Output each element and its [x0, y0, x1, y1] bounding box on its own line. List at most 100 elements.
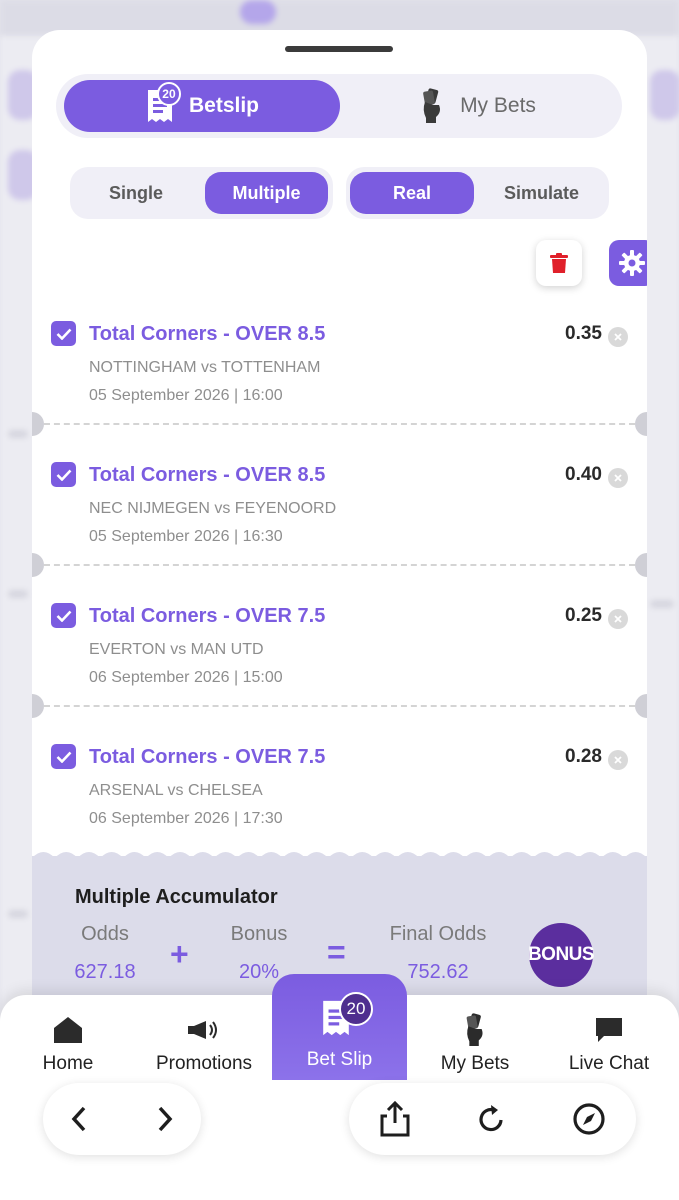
bet-market: Total Corners - OVER 8.5 — [89, 464, 326, 486]
tab-betslip[interactable]: 20 Betslip — [64, 80, 340, 132]
background-line — [8, 910, 28, 918]
check-icon — [56, 751, 71, 763]
bet-date: 05 September 2026 | 16:30 — [89, 528, 283, 545]
check-icon — [56, 610, 71, 622]
nav-bet-slip[interactable]: 20 Bet Slip — [272, 974, 407, 1080]
bet-odds: 0.28 — [565, 746, 602, 767]
bet-type-toggle: Single Multiple — [70, 167, 333, 219]
odds-label: Odds — [81, 923, 129, 945]
bet-odds: 0.35 — [565, 323, 602, 344]
reload-button[interactable] — [467, 1095, 515, 1143]
share-icon — [380, 1101, 410, 1137]
bet-date: 06 September 2026 | 17:30 — [89, 810, 283, 827]
nav-promotions-label: Promotions — [155, 1053, 253, 1074]
bet-checkbox[interactable] — [51, 462, 76, 487]
nav-bet-slip-label: Bet Slip — [306, 1049, 373, 1070]
nav-my-bets[interactable]: My Bets — [407, 1013, 543, 1085]
bet-odds: 0.40 — [565, 464, 602, 485]
bet-item: Total Corners - OVER 8.5 NOTTINGHAM vs T… — [32, 311, 647, 452]
nav-my-bets-label: My Bets — [440, 1053, 510, 1074]
equals-sign: = — [327, 934, 346, 970]
nav-home-label: Home — [42, 1053, 94, 1074]
megaphone-icon — [187, 1013, 221, 1047]
multiple-button[interactable]: Multiple — [205, 172, 328, 214]
bet-mode-toggle: Real Simulate — [346, 167, 609, 219]
bet-item: Total Corners - OVER 8.5 NEC NIJMEGEN vs… — [32, 452, 647, 593]
tab-my-bets-label: My Bets — [460, 94, 536, 117]
browser-button[interactable] — [565, 1095, 613, 1143]
bonus-label: Bonus — [230, 923, 288, 945]
bet-divider — [44, 564, 635, 566]
home-icon — [53, 1013, 83, 1047]
bet-teams: ARSENAL vs CHELSEA — [89, 782, 263, 799]
background-blob — [650, 70, 679, 120]
real-button[interactable]: Real — [350, 172, 474, 214]
check-icon — [56, 328, 71, 340]
back-button[interactable] — [55, 1095, 103, 1143]
history-controls — [43, 1083, 201, 1155]
main-tabs: 20 Betslip My Bets — [56, 74, 622, 138]
background-line — [650, 600, 674, 608]
nav-live-chat-label: Live Chat — [568, 1053, 650, 1074]
chevron-left-icon — [71, 1106, 86, 1132]
background-blob — [240, 0, 276, 24]
bet-divider — [44, 705, 635, 707]
nav-promotions[interactable]: Promotions — [136, 1013, 272, 1085]
bet-checkbox[interactable] — [51, 321, 76, 346]
final-odds-label: Final Odds — [389, 923, 487, 945]
remove-bet-button[interactable] — [608, 327, 628, 347]
bet-date: 06 September 2026 | 15:00 — [89, 669, 283, 686]
bet-item: Total Corners - OVER 7.5 EVERTON vs MAN … — [32, 593, 647, 734]
bet-market: Total Corners - OVER 7.5 — [89, 746, 326, 768]
chevron-right-icon — [158, 1106, 173, 1132]
share-button[interactable] — [371, 1095, 419, 1143]
bet-teams: EVERTON vs MAN UTD — [89, 641, 264, 658]
gear-icon — [619, 250, 645, 276]
simulate-button[interactable]: Simulate — [478, 172, 605, 214]
betslip-sheet: 20 Betslip My Bets Single Multiple Real … — [32, 30, 647, 1030]
bonus-badge: BONUS — [528, 923, 595, 987]
bet-market: Total Corners - OVER 8.5 — [89, 323, 326, 345]
close-icon — [614, 756, 622, 764]
bet-divider — [44, 423, 635, 425]
background-line — [8, 430, 28, 438]
forward-button[interactable] — [141, 1095, 189, 1143]
close-icon — [614, 333, 622, 341]
final-odds-value: 752.62 — [407, 961, 469, 983]
browser-actions — [349, 1083, 636, 1155]
background-line — [8, 590, 28, 598]
settings-button[interactable] — [609, 240, 647, 286]
odds-value: 627.18 — [74, 961, 136, 983]
receipt-icon: 20 — [145, 82, 181, 124]
remove-bet-button[interactable] — [608, 609, 628, 629]
close-icon — [614, 474, 622, 482]
nav-live-chat[interactable]: Live Chat — [541, 1013, 677, 1085]
compass-icon — [573, 1103, 605, 1135]
delete-all-button[interactable] — [536, 240, 582, 286]
trash-icon — [550, 253, 568, 273]
bet-market: Total Corners - OVER 7.5 — [89, 605, 326, 627]
single-button[interactable]: Single — [76, 172, 196, 214]
hand-cards-icon — [463, 1013, 487, 1047]
reload-icon — [479, 1105, 503, 1132]
nav-home[interactable]: Home — [0, 1013, 136, 1085]
tab-betslip-label: Betslip — [188, 94, 259, 117]
summary-title: Multiple Accumulator — [75, 886, 278, 908]
bet-teams: NOTTINGHAM vs TOTTENHAM — [89, 359, 321, 376]
bet-odds: 0.25 — [565, 605, 602, 626]
tab-my-bets[interactable]: My Bets — [340, 80, 616, 132]
hand-cards-icon — [420, 88, 444, 124]
close-icon — [614, 615, 622, 623]
nav-bet-slip-badge: 20 — [339, 992, 373, 1026]
plus-sign: + — [170, 936, 189, 972]
bet-checkbox[interactable] — [51, 603, 76, 628]
remove-bet-button[interactable] — [608, 468, 628, 488]
check-icon — [56, 469, 71, 481]
bet-checkbox[interactable] — [51, 744, 76, 769]
bet-date: 05 September 2026 | 16:00 — [89, 387, 283, 404]
chat-icon — [594, 1013, 624, 1047]
remove-bet-button[interactable] — [608, 750, 628, 770]
bet-teams: NEC NIJMEGEN vs FEYENOORD — [89, 500, 337, 517]
sheet-drag-handle[interactable] — [285, 46, 393, 52]
betslip-count-badge: 20 — [156, 82, 181, 106]
